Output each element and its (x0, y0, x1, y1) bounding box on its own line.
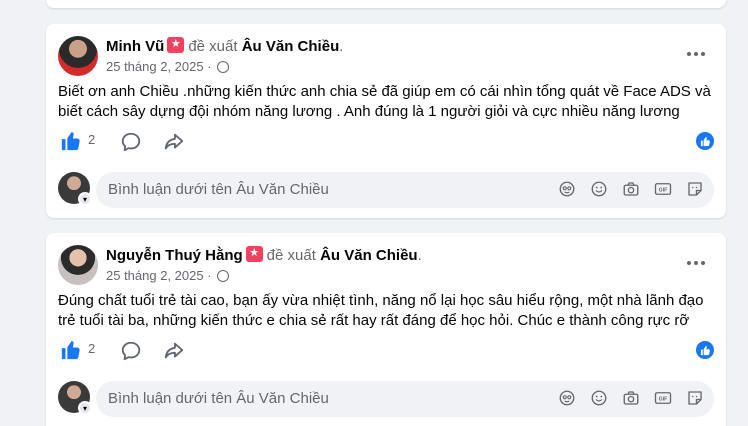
action-bar: 2 (60, 128, 714, 158)
gif-icon[interactable]: GIF (654, 180, 672, 198)
svg-text:GIF: GIF (659, 397, 669, 403)
target-suffix: . (339, 38, 344, 55)
share-arrow-icon[interactable] (163, 340, 185, 362)
recommend-badge-icon (245, 245, 263, 262)
gif-icon[interactable]: GIF (654, 389, 672, 407)
author-avatar[interactable] (58, 36, 98, 76)
share-arrow-icon[interactable] (163, 131, 185, 153)
recommendation-card: Nguyễn Thuý Hằng đề xuất Âu Văn Chiều. 25… (46, 233, 726, 426)
recommendation-text: Đúng chất tuổi trẻ tài cao, bạn ấy vừa n… (58, 291, 712, 331)
text-line: Đúng chất tuổi trẻ tài cao, bạn ấy vừa n… (58, 292, 704, 309)
comment-placeholder: Bình luận dưới tên Âu Văn Chiều (108, 181, 329, 198)
recommended-page-name[interactable]: Âu Văn Chiều (242, 38, 340, 55)
emoji-icon[interactable] (590, 389, 608, 407)
sticker-icon[interactable] (686, 389, 704, 407)
author-line: Nguyễn Thuý Hằng đề xuất Âu Văn Chiều. (106, 245, 422, 266)
author-line: Minh Vũ đề xuất Âu Văn Chiều. (106, 36, 344, 57)
previous-post-card (46, 0, 726, 8)
avatar-sticker-icon[interactable] (558, 180, 576, 198)
text-line: trẻ tuổi tài ba, những kiến thức e chia … (58, 312, 690, 329)
recommendation-header: Minh Vũ đề xuất Âu Văn Chiều. 25 tháng 2,… (58, 36, 714, 76)
like-count[interactable]: 2 (88, 132, 95, 147)
author-name[interactable]: Nguyễn Thuý Hằng (106, 247, 243, 264)
comment-input[interactable]: Bình luận dưới tên Âu Văn Chiều GIF (96, 172, 714, 208)
like-count[interactable]: 2 (88, 341, 95, 356)
chevron-down-icon[interactable]: ▾ (78, 401, 92, 415)
composer-icons: GIF (558, 180, 704, 198)
thumbs-up-icon[interactable] (60, 339, 82, 361)
post-date[interactable]: 25 tháng 2, 2025 (106, 59, 204, 74)
composer-icons: GIF (558, 389, 704, 407)
thumbs-up-icon[interactable] (60, 130, 82, 152)
text-line: Biết ơn anh Chiều .những kiến thức anh c… (58, 83, 711, 100)
author-avatar[interactable] (58, 245, 98, 285)
emoji-icon[interactable] (590, 180, 608, 198)
author-name[interactable]: Minh Vũ (106, 38, 164, 55)
more-options-icon[interactable] (682, 44, 710, 64)
text-line: biết cách sây dựng đội nhóm năng lương .… (58, 103, 680, 120)
comment-placeholder: Bình luận dưới tên Âu Văn Chiều (108, 390, 329, 407)
recommended-page-name[interactable]: Âu Văn Chiều (320, 247, 418, 264)
recommend-label: đề xuất (266, 247, 316, 264)
comment-composer: ▾ Bình luận dưới tên Âu Văn Chiều GIF (58, 172, 714, 208)
action-bar: 2 (60, 337, 714, 367)
recommendation-header: Nguyễn Thuý Hằng đề xuất Âu Văn Chiều. 25… (58, 245, 714, 285)
post-meta: 25 tháng 2, 2025 · (106, 58, 230, 76)
recommendation-text: Biết ơn anh Chiều .những kiến thức anh c… (58, 82, 712, 122)
post-date[interactable]: 25 tháng 2, 2025 (106, 268, 204, 283)
comment-bubble-icon[interactable] (120, 131, 142, 153)
public-globe-icon (217, 61, 230, 73)
camera-icon[interactable] (622, 389, 640, 407)
public-globe-icon (217, 270, 230, 282)
post-meta: 25 tháng 2, 2025 · (106, 267, 230, 285)
comment-bubble-icon[interactable] (120, 340, 142, 362)
like-reaction-icon[interactable] (696, 341, 714, 359)
target-suffix: . (417, 247, 422, 264)
camera-icon[interactable] (622, 180, 640, 198)
avatar-sticker-icon[interactable] (558, 389, 576, 407)
svg-text:GIF: GIF (659, 188, 669, 194)
chevron-down-icon[interactable]: ▾ (78, 192, 92, 206)
more-options-icon[interactable] (682, 253, 710, 273)
recommend-badge-icon (167, 36, 185, 53)
comment-input[interactable]: Bình luận dưới tên Âu Văn Chiều GIF (96, 381, 714, 417)
comment-composer: ▾ Bình luận dưới tên Âu Văn Chiều GIF (58, 381, 714, 417)
like-reaction-icon[interactable] (696, 132, 714, 150)
recommendation-card: Minh Vũ đề xuất Âu Văn Chiều. 25 tháng 2,… (46, 24, 726, 218)
recommend-label: đề xuất (188, 38, 238, 55)
sticker-icon[interactable] (686, 180, 704, 198)
